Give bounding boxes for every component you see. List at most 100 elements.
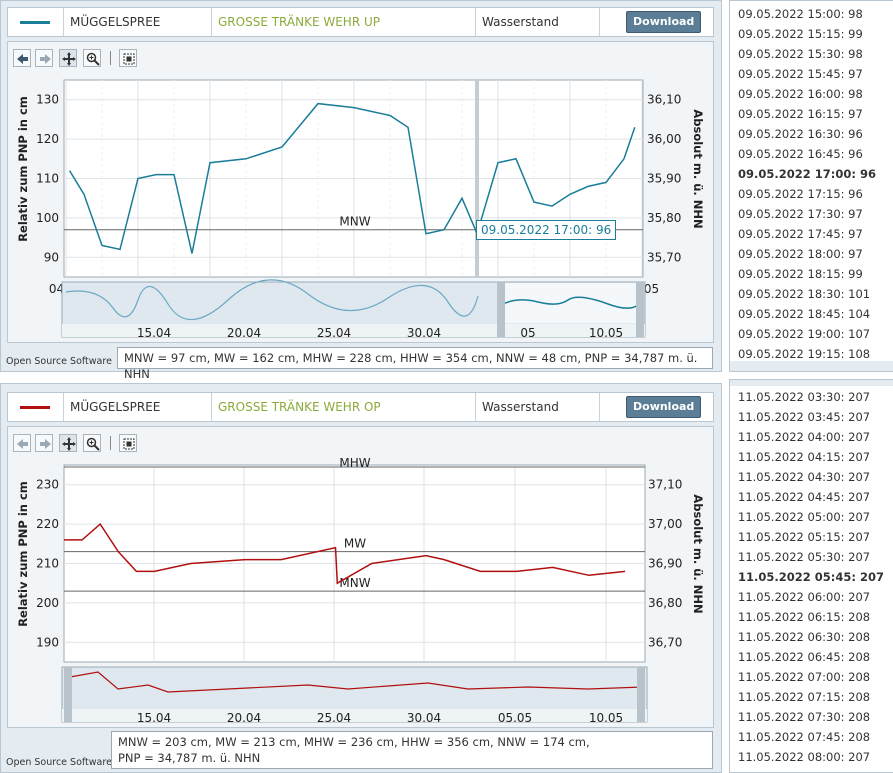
stats-text-line2: PNP = 34,787 m. ü. NHN (118, 751, 261, 765)
value-list-item[interactable]: 11.05.2022 07:15: 208 (738, 690, 870, 704)
gauge-name: GROSSE TRÄNKE WEHR UP (211, 8, 475, 36)
y2-tick-label: 35,80 (647, 211, 681, 225)
value-list-item[interactable]: 09.05.2022 18:00: 97 (738, 247, 863, 261)
navigator-tick-label: 25.04 (317, 326, 351, 340)
value-list-item[interactable]: 11.05.2022 04:00: 207 (738, 430, 870, 444)
navigator-tick-label: 05 (520, 326, 535, 340)
chart-panel-1: MÜGGELSPREE GROSSE TRÄNKE WEHR UP Wasser… (0, 0, 722, 381)
value-list-item[interactable]: 11.05.2022 03:30: 207 (738, 390, 870, 404)
station-name: MÜGGELSPREE (63, 8, 211, 36)
download-cell: Download (599, 393, 713, 421)
value-list-item[interactable]: 11.05.2022 04:45: 207 (738, 490, 870, 504)
tooltip-text: 09.05.2022 17:00: 96 (481, 223, 612, 237)
y-tick-label: 190 (36, 635, 59, 649)
navigator-tick-label: 25.04 (317, 711, 351, 725)
value-list-item[interactable]: 09.05.2022 17:15: 96 (738, 187, 863, 201)
navigator-tick-label: 30.04 (407, 326, 441, 340)
value-list-item[interactable]: 09.05.2022 16:45: 96 (738, 147, 863, 161)
value-list-item[interactable]: 11.05.2022 04:30: 207 (738, 470, 870, 484)
y2-tick-label: 36,00 (647, 132, 681, 146)
series-color-swatch (20, 406, 50, 409)
y2-tick-label: 36,70 (648, 635, 682, 649)
stats-text-line1: MNW = 203 cm, MW = 213 cm, MHW = 236 cm,… (118, 735, 590, 749)
value-list-item[interactable]: 09.05.2022 16:00: 98 (738, 87, 863, 101)
value-list-item[interactable]: 09.05.2022 15:45: 97 (738, 67, 863, 81)
value-list-item[interactable]: 11.05.2022 07:00: 208 (738, 670, 870, 684)
navigator-handle-left (64, 667, 72, 722)
y2-axis-title: Absolut m. ü. NHN (691, 494, 705, 613)
navigator-tick-label: 20.04 (227, 326, 261, 340)
value-list-item[interactable]: 11.05.2022 04:15: 207 (738, 450, 870, 464)
navigator-tick-label: 10.05 (589, 326, 623, 340)
value-list-item[interactable]: 11.05.2022 07:30: 208 (738, 710, 870, 724)
parameter-name: Wasserstand (475, 8, 599, 36)
value-list-item[interactable]: 11.05.2022 05:30: 207 (738, 550, 870, 564)
y2-tick-label: 35,70 (647, 250, 681, 264)
value-list-item[interactable]: 09.05.2022 17:00: 96 (738, 167, 876, 181)
value-list-item[interactable]: 11.05.2022 03:45: 207 (738, 410, 870, 424)
waterlevel-chart-1[interactable]: Relativ zum PNP in cm Absolut m. ü. NHN … (8, 42, 713, 342)
stats-box: MNW = 203 cm, MW = 213 cm, MHW = 236 cm,… (111, 731, 713, 769)
chart-panel-2: MÜGGELSPREE GROSSE TRÄNKE WEHR OP Wasser… (0, 383, 722, 773)
value-list-body: 09.05.2022 14:45: 98 09.05.2022 15:00: 98… (730, 1, 893, 361)
download-button[interactable]: Download (626, 396, 702, 418)
download-cell: Download (599, 8, 713, 36)
waterlevel-chart-2[interactable]: Relativ zum PNP in cm Absolut m. ü. NHN … (8, 427, 713, 727)
navigator-tick-label: 05.05 (498, 711, 532, 725)
value-list-item[interactable]: 09.05.2022 16:30: 96 (738, 127, 863, 141)
value-list-item[interactable]: 11.05.2022 05:15: 207 (738, 530, 870, 544)
y-axis-title: Relativ zum PNP in cm (16, 96, 30, 242)
value-list-item[interactable]: 09.05.2022 17:45: 97 (738, 227, 863, 241)
value-list-item[interactable]: 09.05.2022 19:00: 107 (738, 327, 870, 341)
value-list-item[interactable]: 11.05.2022 07:45: 208 (738, 730, 870, 744)
chart-area-1: Relativ zum PNP in cm Absolut m. ü. NHN … (7, 41, 714, 343)
y-tick-label: 130 (36, 93, 59, 107)
value-list-item[interactable]: 11.05.2022 06:00: 207 (738, 590, 870, 604)
series-header-2: MÜGGELSPREE GROSSE TRÄNKE WEHR OP Wasser… (7, 392, 714, 422)
navigator-tick-label: 20.04 (227, 711, 261, 725)
value-list-item[interactable]: 09.05.2022 17:30: 97 (738, 207, 863, 221)
navigator-handle-right (636, 282, 644, 337)
navigator-tick-label: 15.04 (137, 711, 171, 725)
mnw-label: MNW (339, 215, 370, 229)
y-tick-label: 210 (36, 557, 59, 571)
y2-tick-label: 37,00 (648, 517, 682, 531)
parameter-name: Wasserstand (475, 393, 599, 421)
value-list-item[interactable]: 09.05.2022 18:30: 101 (738, 287, 870, 301)
value-list-item[interactable]: 11.05.2022 06:30: 208 (738, 630, 870, 644)
y-tick-label: 110 (36, 172, 59, 186)
navigator-tick-label: 30.04 (407, 711, 441, 725)
oss-label: Open Source Software (6, 757, 112, 768)
series-color-swatch (20, 21, 50, 24)
value-list-item[interactable]: 09.05.2022 18:15: 99 (738, 267, 863, 281)
mhw-label: MHW (339, 456, 370, 470)
y-tick-label: 230 (36, 478, 59, 492)
value-list-item[interactable]: 09.05.2022 15:15: 99 (738, 27, 863, 41)
value-list-2[interactable]: 11.05.2022 03:30: 207 11.05.2022 03:45: 2… (729, 379, 893, 773)
value-list-item[interactable]: 11.05.2022 08:00: 207 (738, 750, 870, 764)
value-list-item[interactable]: 09.05.2022 18:45: 104 (738, 307, 870, 321)
value-list-1[interactable]: 09.05.2022 14:45: 98 09.05.2022 15:00: 98… (729, 0, 893, 372)
value-list-item[interactable]: 11.05.2022 06:15: 208 (738, 610, 870, 624)
gauge-name: GROSSE TRÄNKE WEHR OP (211, 393, 475, 421)
mw-label: MW (344, 537, 366, 551)
value-list-item[interactable]: 09.05.2022 15:30: 98 (738, 47, 863, 61)
y2-axis-title: Absolut m. ü. NHN (691, 109, 705, 228)
value-list-item[interactable]: 09.05.2022 16:15: 97 (738, 107, 863, 121)
value-list-item[interactable]: 09.05.2022 19:15: 108 (738, 347, 870, 361)
value-list-item[interactable]: 09.05.2022 15:00: 98 (738, 7, 863, 21)
value-list-item[interactable]: 11.05.2022 05:45: 207 (738, 570, 884, 584)
y-tick-label: 120 (36, 132, 59, 146)
y2-tick-label: 36,10 (647, 93, 681, 107)
y2-tick-label: 36,80 (648, 596, 682, 610)
value-list-item[interactable]: 11.05.2022 05:00: 207 (738, 510, 870, 524)
stats-box: MNW = 97 cm, MW = 162 cm, MHW = 228 cm, … (117, 347, 713, 381)
value-list-item[interactable]: 09.05.2022 14:45: 98 (738, 0, 863, 1)
download-button[interactable]: Download (626, 11, 702, 33)
value-list-item[interactable]: 11.05.2022 06:45: 208 (738, 650, 870, 664)
navigator-handle-right (637, 667, 645, 722)
mnw-label: MNW (339, 576, 370, 590)
chart-area-2: Relativ zum PNP in cm Absolut m. ü. NHN … (7, 426, 714, 728)
navigator-tick-label: 10.05 (589, 711, 623, 725)
stats-text: MNW = 97 cm, MW = 162 cm, MHW = 228 cm, … (124, 351, 698, 381)
